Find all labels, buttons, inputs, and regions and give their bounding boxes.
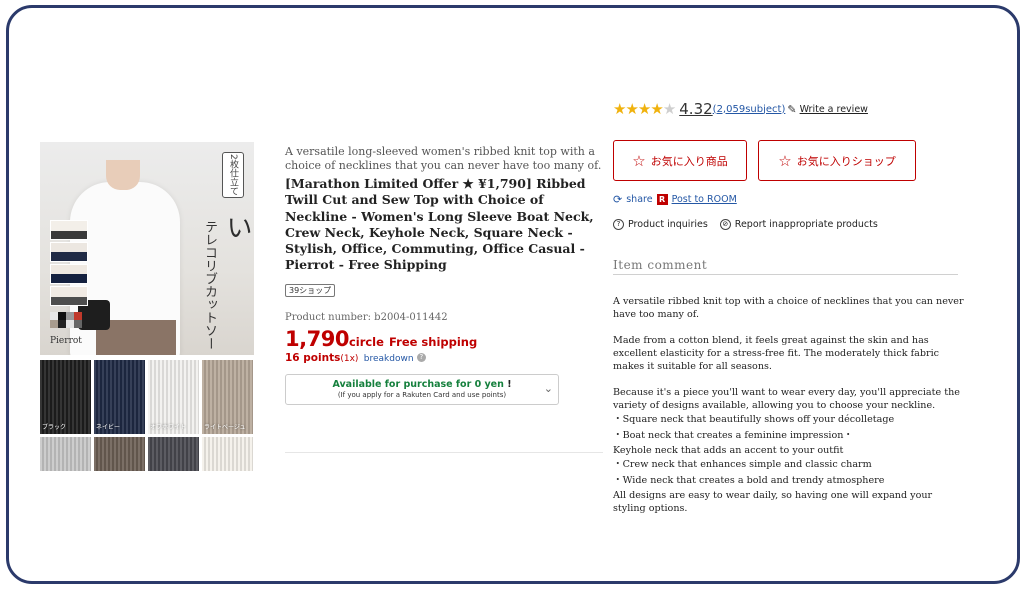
color-swatch bbox=[66, 320, 74, 328]
image-badge: 2枚仕立て bbox=[222, 152, 244, 198]
neckline-thumb bbox=[50, 220, 88, 240]
color-swatch bbox=[66, 312, 74, 320]
rating-row: ★★★★★ 4.32 (2,059subject) ✎ Write a revi… bbox=[613, 100, 868, 118]
question-circle-icon: ? bbox=[613, 219, 624, 230]
comment-paragraph: Made from a cotton blend, it feels great… bbox=[613, 335, 940, 372]
favorite-item-button[interactable]: ☆ お気に入り商品 bbox=[613, 140, 747, 181]
comment-bullet: ・Wide neck that creates a bold and trend… bbox=[613, 475, 885, 486]
share-row: ⟳ share R Post to ROOM bbox=[613, 193, 737, 206]
points-multiplier: (1x) bbox=[340, 353, 359, 364]
color-thumbnail[interactable]: ライトベージュ bbox=[202, 360, 253, 434]
comment-bullet: ・Square neck that beautifully shows off … bbox=[613, 414, 895, 425]
question-circle-icon[interactable]: ? bbox=[416, 353, 426, 363]
room-logo-icon: R bbox=[656, 194, 668, 205]
price-line: 1,790circle Free shipping bbox=[285, 327, 603, 351]
star-empty-icon: ★ bbox=[662, 100, 676, 118]
main-product-image[interactable]: Pierrot 2枚仕立て で透けにくい テレコリブカットソー bbox=[40, 142, 254, 355]
points-line: 16 points(1x) breakdown ? bbox=[285, 352, 603, 364]
color-thumbnail-grid: ブラック ネイビー オフホワイト ライトベージュ bbox=[40, 360, 254, 471]
product-title: [Marathon Limited Offer ★ ¥1,790] Ribbed… bbox=[285, 176, 594, 273]
star-filled-icon: ★ bbox=[625, 100, 638, 118]
product-tagline: A versatile long-sleeved women's ribbed … bbox=[285, 145, 602, 172]
chevron-down-icon: ⌄ bbox=[543, 382, 553, 395]
brand-text: Pierrot bbox=[50, 336, 82, 346]
favorite-shop-label: お気に入りショップ bbox=[796, 154, 896, 168]
product-info: A versatile long-sleeved women's ribbed … bbox=[285, 145, 603, 364]
pencil-icon: ✎ bbox=[787, 102, 797, 116]
color-name: ライトベージュ bbox=[204, 424, 246, 431]
review-count-link[interactable]: (2,059subject) bbox=[713, 104, 786, 115]
rating-score[interactable]: 4.32 bbox=[679, 100, 712, 118]
star-filled-icon: ★ bbox=[650, 100, 663, 118]
card-offer-line1: Available for purchase for 0 yen ! bbox=[286, 379, 558, 390]
product-inquiries-link[interactable]: Product inquiries bbox=[628, 219, 708, 230]
price-unit: circle bbox=[348, 334, 384, 349]
divider bbox=[285, 452, 603, 453]
share-icon[interactable]: ⟳ bbox=[613, 193, 622, 206]
star-filled-icon: ★ bbox=[637, 100, 651, 118]
star-filled-icon: ★ bbox=[613, 100, 626, 118]
color-thumbnail[interactable]: オフホワイト bbox=[148, 360, 199, 434]
color-thumbnail[interactable]: ネイビー bbox=[94, 360, 145, 434]
color-thumbnail[interactable] bbox=[148, 437, 199, 471]
card-offer-text: Available for purchase for 0 yen bbox=[332, 379, 504, 390]
comment-paragraph: Because it's a piece you'll want to wear… bbox=[613, 387, 960, 411]
color-thumbnail[interactable] bbox=[94, 437, 145, 471]
prohibited-icon: ⊘ bbox=[719, 219, 731, 230]
star-outline-icon: ☆ bbox=[632, 151, 646, 170]
color-swatch bbox=[50, 312, 58, 320]
inquiry-row: ? Product inquiries ⊘ Report inappropria… bbox=[613, 219, 878, 230]
image-color-swatches bbox=[50, 312, 82, 328]
share-link[interactable]: share bbox=[626, 194, 652, 205]
color-swatch bbox=[58, 320, 66, 328]
comment-bullet: ・Crew neck that enhances simple and clas… bbox=[613, 459, 872, 470]
card-offer-line2: (If you apply for a Rakuten Card and use… bbox=[337, 391, 507, 399]
neckline-thumb bbox=[50, 242, 88, 262]
model-neck bbox=[106, 160, 140, 190]
product-number: Product number: b2004-011442 bbox=[285, 311, 448, 323]
card-offer-suffix: ! bbox=[507, 379, 512, 390]
image-subtext: テレコリブカットソー bbox=[202, 220, 217, 350]
rakuten-card-offer-dropdown[interactable]: Available for purchase for 0 yen ! (If y… bbox=[285, 374, 559, 405]
item-comment-heading: Item comment bbox=[613, 258, 958, 275]
color-swatch bbox=[50, 320, 58, 328]
neckline-thumb bbox=[50, 264, 88, 284]
item-comment-body: A versatile ribbed knit top with a choic… bbox=[613, 295, 965, 515]
write-review-link[interactable]: Write a review bbox=[800, 104, 868, 115]
price-amount: 1,790 bbox=[285, 326, 349, 351]
comment-closing: All designs are easy to wear daily, so h… bbox=[613, 490, 933, 514]
color-swatch bbox=[74, 320, 82, 328]
color-thumbnail[interactable] bbox=[40, 437, 91, 471]
favorite-shop-button[interactable]: ☆ お気に入りショップ bbox=[758, 140, 916, 181]
color-name: ネイビー bbox=[96, 424, 121, 431]
neckline-thumbnails bbox=[50, 220, 88, 308]
favorite-item-label: お気に入り商品 bbox=[650, 154, 728, 168]
neckline-thumb bbox=[50, 286, 88, 306]
color-swatch bbox=[58, 312, 66, 320]
star-rating: ★★★★★ bbox=[613, 100, 676, 118]
page-frame: Pierrot 2枚仕立て で透けにくい テレコリブカットソー ブラック ネイビー… bbox=[6, 5, 1020, 584]
color-name: ブラック bbox=[42, 424, 67, 431]
image-headline: で透けにくい bbox=[222, 214, 254, 349]
breakdown-link[interactable]: breakdown bbox=[364, 354, 414, 364]
post-to-room-link[interactable]: Post to ROOM bbox=[672, 194, 737, 205]
color-thumbnail[interactable]: ブラック bbox=[40, 360, 91, 434]
comment-bullet: Keyhole neck that adds an accent to your… bbox=[613, 445, 844, 456]
color-name: オフホワイト bbox=[150, 424, 187, 431]
shipping-label: Free shipping bbox=[389, 334, 478, 349]
color-thumbnail[interactable] bbox=[202, 437, 253, 471]
comment-paragraph: A versatile ribbed knit top with a choic… bbox=[613, 296, 964, 320]
report-link[interactable]: Report inappropriate products bbox=[735, 219, 878, 230]
star-outline-icon: ☆ bbox=[778, 151, 792, 170]
comment-bullet: ・Boat neck that creates a feminine impre… bbox=[613, 430, 854, 441]
color-swatch bbox=[74, 312, 82, 320]
points-value: 16 points bbox=[285, 351, 341, 364]
shop-badge: 39ショップ bbox=[285, 283, 336, 297]
